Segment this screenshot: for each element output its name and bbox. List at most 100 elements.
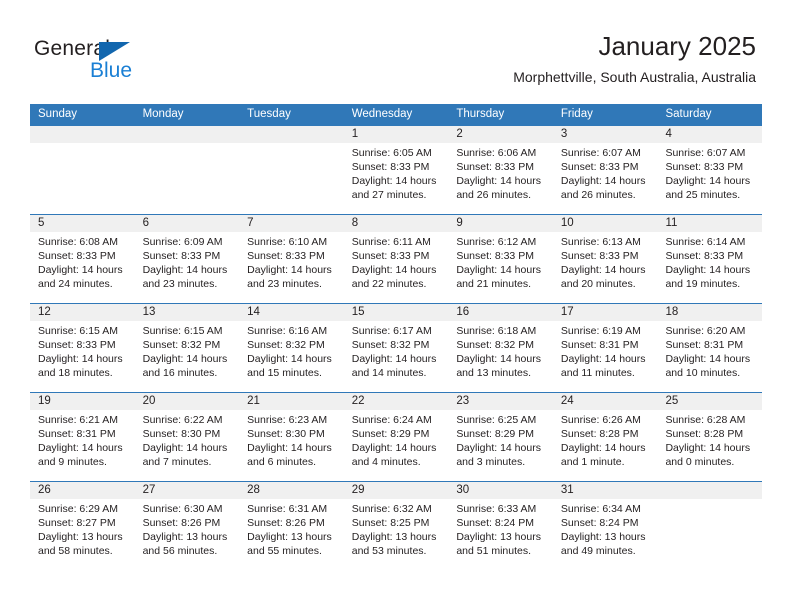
day-cell[interactable]: 19 Sunrise: 6:21 AM Sunset: 8:31 PM Dayl… — [30, 393, 135, 481]
day-cell[interactable]: 7 Sunrise: 6:10 AM Sunset: 8:33 PM Dayli… — [239, 215, 344, 303]
day-cell[interactable]: 14 Sunrise: 6:16 AM Sunset: 8:32 PM Dayl… — [239, 304, 344, 392]
daylight-text-1: Daylight: 14 hours — [247, 353, 332, 365]
day-cell[interactable] — [135, 126, 240, 214]
day-number: 8 — [351, 217, 359, 229]
daylight-text-1: Daylight: 13 hours — [38, 531, 123, 543]
day-number: 12 — [38, 306, 51, 318]
day-cell[interactable]: 3 Sunrise: 6:07 AM Sunset: 8:33 PM Dayli… — [553, 126, 658, 214]
sunrise-text: Sunrise: 6:24 AM — [351, 414, 432, 426]
sunrise-text: Sunrise: 6:12 AM — [456, 236, 537, 248]
day-cell[interactable]: 12 Sunrise: 6:15 AM Sunset: 8:33 PM Dayl… — [30, 304, 135, 392]
general-blue-logo[interactable]: General Blue — [34, 37, 164, 85]
daylight-text-2: and 7 minutes. — [142, 456, 212, 468]
day-cell[interactable]: 29 Sunrise: 6:32 AM Sunset: 8:25 PM Dayl… — [344, 482, 449, 570]
day-cell[interactable]: 24 Sunrise: 6:26 AM Sunset: 8:28 PM Dayl… — [553, 393, 658, 481]
weekday-header-thursday: Thursday — [456, 108, 505, 120]
day-cell[interactable]: 11 Sunrise: 6:14 AM Sunset: 8:33 PM Dayl… — [657, 215, 762, 303]
day-cell[interactable] — [30, 126, 135, 214]
daylight-text-2: and 14 minutes. — [351, 367, 427, 379]
day-cell[interactable]: 16 Sunrise: 6:18 AM Sunset: 8:32 PM Dayl… — [448, 304, 553, 392]
day-cell[interactable]: 20 Sunrise: 6:22 AM Sunset: 8:30 PM Dayl… — [135, 393, 240, 481]
day-number: 3 — [560, 128, 568, 140]
daylight-text-1: Daylight: 14 hours — [560, 264, 646, 276]
sunrise-text: Sunrise: 6:23 AM — [247, 414, 328, 426]
day-cell[interactable]: 26 Sunrise: 6:29 AM Sunset: 8:27 PM Dayl… — [30, 482, 135, 570]
day-number: 9 — [456, 217, 463, 229]
day-number: 27 — [142, 484, 156, 496]
sunset-text: Sunset: 8:24 PM — [560, 517, 639, 529]
sunset-text: Sunset: 8:31 PM — [665, 339, 744, 351]
day-number: 29 — [351, 484, 365, 496]
day-cell[interactable]: 18 Sunrise: 6:20 AM Sunset: 8:31 PM Dayl… — [657, 304, 762, 392]
day-cell[interactable]: 2 Sunrise: 6:06 AM Sunset: 8:33 PM Dayli… — [448, 126, 553, 214]
sunrise-text: Sunrise: 6:08 AM — [38, 236, 118, 248]
daylight-text-2: and 15 minutes. — [247, 367, 322, 379]
daylight-text-1: Daylight: 14 hours — [38, 353, 123, 365]
day-number: 4 — [665, 128, 672, 140]
daylight-text-2: and 58 minutes. — [38, 545, 113, 557]
sunrise-text: Sunrise: 6:13 AM — [560, 236, 641, 248]
daylight-text-2: and 24 minutes. — [38, 278, 113, 290]
day-cell[interactable] — [239, 126, 344, 214]
day-cell[interactable]: 22 Sunrise: 6:24 AM Sunset: 8:29 PM Dayl… — [344, 393, 449, 481]
day-cell[interactable] — [657, 482, 762, 570]
day-cell[interactable]: 8 Sunrise: 6:11 AM Sunset: 8:33 PM Dayli… — [344, 215, 449, 303]
day-cell[interactable]: 13 Sunrise: 6:15 AM Sunset: 8:32 PM Dayl… — [135, 304, 240, 392]
day-number: 5 — [38, 217, 45, 229]
day-cell[interactable]: 4 Sunrise: 6:07 AM Sunset: 8:33 PM Dayli… — [657, 126, 762, 214]
day-number: 15 — [351, 306, 365, 318]
sunset-text: Sunset: 8:33 PM — [142, 250, 221, 262]
daylight-text-2: and 51 minutes. — [456, 545, 532, 557]
sunset-text: Sunset: 8:27 PM — [38, 517, 116, 529]
sunset-text: Sunset: 8:25 PM — [351, 517, 430, 529]
sunset-text: Sunset: 8:26 PM — [247, 517, 325, 529]
day-cell[interactable]: 31 Sunrise: 6:34 AM Sunset: 8:24 PM Dayl… — [553, 482, 658, 570]
day-cell[interactable]: 25 Sunrise: 6:28 AM Sunset: 8:28 PM Dayl… — [657, 393, 762, 481]
day-number: 1 — [351, 128, 359, 140]
day-cell[interactable]: 9 Sunrise: 6:12 AM Sunset: 8:33 PM Dayli… — [448, 215, 553, 303]
sunrise-text: Sunrise: 6:25 AM — [456, 414, 537, 426]
daylight-text-1: Daylight: 14 hours — [142, 353, 228, 365]
daylight-text-2: and 3 minutes. — [456, 456, 526, 468]
day-cell[interactable]: 5 Sunrise: 6:08 AM Sunset: 8:33 PM Dayli… — [30, 215, 135, 303]
day-cell[interactable]: 15 Sunrise: 6:17 AM Sunset: 8:32 PM Dayl… — [344, 304, 449, 392]
sunrise-text: Sunrise: 6:07 AM — [560, 147, 641, 159]
day-cell[interactable]: 6 Sunrise: 6:09 AM Sunset: 8:33 PM Dayli… — [135, 215, 240, 303]
sunrise-text: Sunrise: 6:28 AM — [665, 414, 746, 426]
day-cell[interactable]: 10 Sunrise: 6:13 AM Sunset: 8:33 PM Dayl… — [553, 215, 658, 303]
weekday-header-tuesday: Tuesday — [247, 108, 291, 120]
day-number: 17 — [560, 306, 574, 318]
day-cell[interactable]: 17 Sunrise: 6:19 AM Sunset: 8:31 PM Dayl… — [553, 304, 658, 392]
weekday-header-wednesday: Wednesday — [351, 108, 413, 120]
day-number: 24 — [560, 395, 574, 407]
week-row: 12 Sunrise: 6:15 AM Sunset: 8:33 PM Dayl… — [30, 303, 762, 392]
sunset-text: Sunset: 8:33 PM — [560, 161, 639, 173]
day-cell[interactable]: 21 Sunrise: 6:23 AM Sunset: 8:30 PM Dayl… — [239, 393, 344, 481]
sunrise-text: Sunrise: 6:09 AM — [142, 236, 223, 248]
daylight-text-1: Daylight: 14 hours — [665, 175, 751, 187]
day-number: 23 — [456, 395, 470, 407]
sunrise-text: Sunrise: 6:06 AM — [456, 147, 537, 159]
day-cell[interactable]: 30 Sunrise: 6:33 AM Sunset: 8:24 PM Dayl… — [448, 482, 553, 570]
day-cell[interactable]: 1 Sunrise: 6:05 AM Sunset: 8:33 PM Dayli… — [344, 126, 449, 214]
day-cell[interactable]: 27 Sunrise: 6:30 AM Sunset: 8:26 PM Dayl… — [135, 482, 240, 570]
sunset-text: Sunset: 8:32 PM — [351, 339, 430, 351]
sunrise-text: Sunrise: 6:14 AM — [665, 236, 746, 248]
sunrise-text: Sunrise: 6:07 AM — [665, 147, 746, 159]
daylight-text-2: and 26 minutes. — [560, 189, 636, 201]
daylight-text-2: and 16 minutes. — [142, 367, 218, 379]
logo-text-blue: Blue — [90, 59, 133, 82]
day-cell[interactable]: 23 Sunrise: 6:25 AM Sunset: 8:29 PM Dayl… — [448, 393, 553, 481]
daylight-text-2: and 19 minutes. — [665, 278, 741, 290]
sunrise-text: Sunrise: 6:16 AM — [247, 325, 328, 337]
sunset-text: Sunset: 8:28 PM — [560, 428, 639, 440]
day-number: 10 — [560, 217, 574, 229]
daylight-text-2: and 0 minutes. — [665, 456, 735, 468]
sunrise-text: Sunrise: 6:26 AM — [560, 414, 641, 426]
daylight-text-1: Daylight: 14 hours — [456, 264, 541, 276]
daylight-text-2: and 56 minutes. — [142, 545, 218, 557]
day-number: 31 — [560, 484, 574, 496]
day-cell[interactable]: 28 Sunrise: 6:31 AM Sunset: 8:26 PM Dayl… — [239, 482, 344, 570]
day-number: 11 — [665, 217, 678, 229]
week-row: 19 Sunrise: 6:21 AM Sunset: 8:31 PM Dayl… — [30, 392, 762, 481]
